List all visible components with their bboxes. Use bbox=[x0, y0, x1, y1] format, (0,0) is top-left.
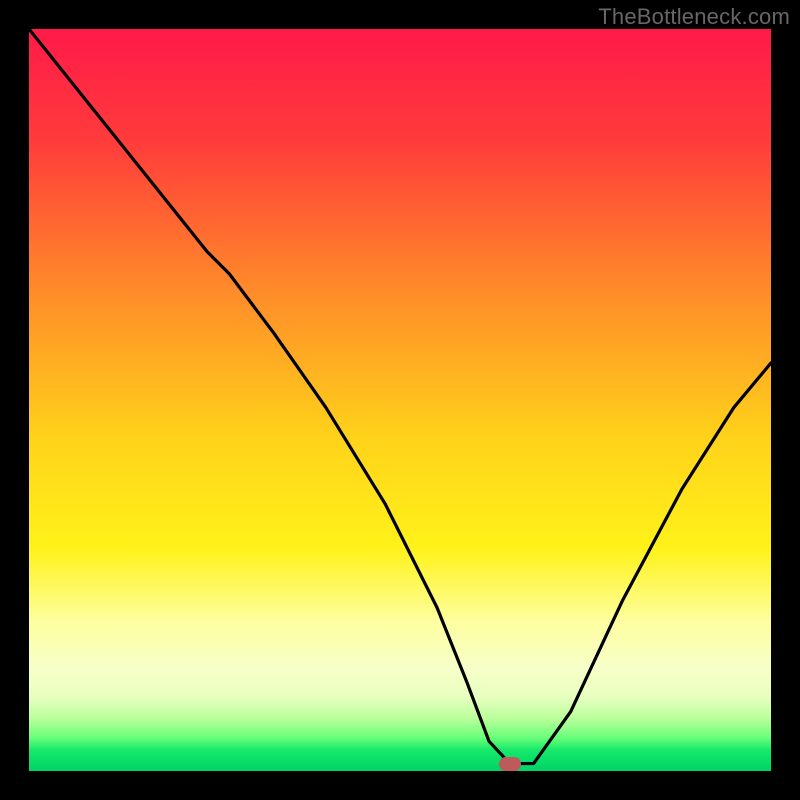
chart-stage: TheBottleneck.com bbox=[0, 0, 800, 800]
optimal-point-marker bbox=[499, 757, 521, 771]
plot-area bbox=[29, 29, 771, 771]
bottleneck-curve bbox=[29, 29, 771, 771]
watermark-text: TheBottleneck.com bbox=[598, 4, 790, 30]
